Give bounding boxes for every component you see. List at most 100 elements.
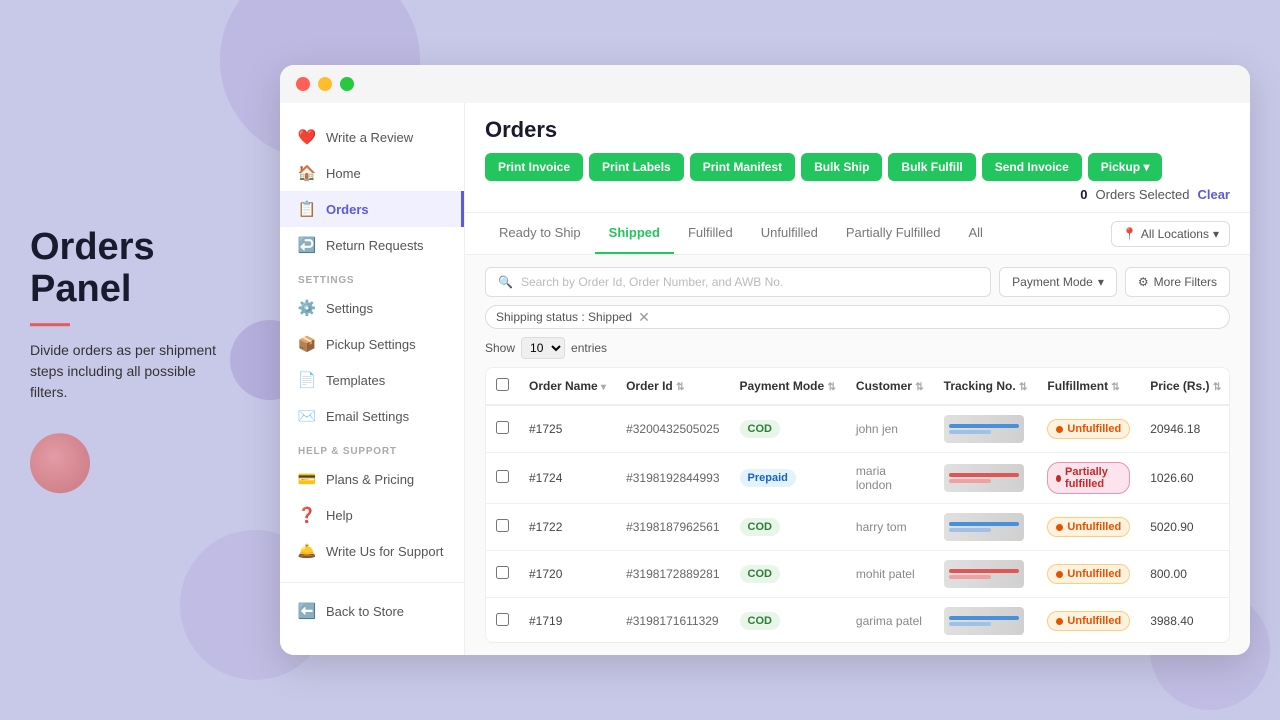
clear-button[interactable]: Clear — [1197, 187, 1230, 202]
row-checkbox[interactable] — [486, 405, 519, 453]
sidebar-label-back-to-store: Back to Store — [326, 604, 404, 619]
pickup-button[interactable]: Pickup ▾ — [1088, 153, 1163, 181]
orders-table: Order Name ▾ Order Id ⇅ Payment Mode ⇅ C… — [486, 368, 1230, 643]
more-filters-button[interactable]: ⚙ More Filters — [1125, 267, 1230, 297]
row-fulfillment: Unfulfilled — [1037, 504, 1140, 551]
row-order-id: #3200432505025 — [616, 405, 729, 453]
more-filters-label: More Filters — [1154, 275, 1217, 289]
sidebar-item-back-to-store[interactable]: ⬅️ Back to Store — [280, 593, 464, 629]
row-checkbox[interactable] — [486, 551, 519, 598]
payment-mode-filter[interactable]: Payment Mode ▾ — [999, 267, 1117, 297]
tab-unfulfilled[interactable]: Unfulfilled — [747, 213, 832, 254]
sidebar-item-home[interactable]: 🏠 Home — [280, 155, 464, 191]
tab-ready-to-ship[interactable]: Ready to Ship — [485, 213, 595, 254]
row-checkbox[interactable] — [486, 504, 519, 551]
row-customer: harry tom — [846, 504, 934, 551]
title-underline — [30, 323, 70, 326]
chevron-down-icon: ▾ — [1213, 227, 1219, 241]
sidebar-item-email-settings[interactable]: ✉️ Email Settings — [280, 398, 464, 434]
location-filter[interactable]: 📍 All Locations ▾ — [1111, 221, 1230, 247]
sidebar-item-return-requests[interactable]: ↩️ Return Requests — [280, 227, 464, 263]
orders-selected-info: 0 Orders Selected Clear — [1080, 187, 1230, 202]
minimize-dot[interactable] — [318, 77, 332, 91]
table-row: #1725 #3200432505025 COD john jen Unfulf… — [486, 405, 1230, 453]
row-customer: mohit patel — [846, 551, 934, 598]
row-order-name: #1719 — [519, 598, 616, 644]
filter-chip-text: Shipping status : Shipped — [496, 310, 632, 324]
chip-close-button[interactable]: ✕ — [638, 310, 650, 324]
settings-icon: ⚙️ — [298, 299, 316, 317]
search-box[interactable]: 🔍 Search by Order Id, Order Number, and … — [485, 267, 991, 297]
tab-shipped[interactable]: Shipped — [595, 213, 674, 254]
tabs: Ready to Ship Shipped Fulfilled Unfulfil… — [485, 213, 997, 254]
row-fulfillment: Partially fulfilled — [1037, 453, 1140, 504]
sidebar-label-return-requests: Return Requests — [326, 238, 424, 253]
row-tracking-no — [934, 551, 1038, 598]
col-payment-mode[interactable]: Payment Mode ⇅ — [730, 368, 846, 405]
sidebar-item-write-review[interactable]: ❤️ Write a Review — [280, 119, 464, 155]
maximize-dot[interactable] — [340, 77, 354, 91]
sidebar-item-write-support[interactable]: 🛎️ Write Us for Support — [280, 533, 464, 569]
col-checkbox — [486, 368, 519, 405]
heart-icon: ❤️ — [298, 128, 316, 146]
plans-icon: 💳 — [298, 470, 316, 488]
row-order-name: #1724 — [519, 453, 616, 504]
print-manifest-button[interactable]: Print Manifest — [690, 153, 795, 181]
return-icon: ↩️ — [298, 236, 316, 254]
toolbar: Print Invoice Print Labels Print Manifes… — [485, 153, 1230, 202]
row-price: 5020.90 — [1140, 504, 1230, 551]
sidebar-label-email-settings: Email Settings — [326, 409, 409, 424]
row-tracking-no — [934, 405, 1038, 453]
row-customer: garima patel — [846, 598, 934, 644]
table-row: #1719 #3198171611329 COD garima patel Un… — [486, 598, 1230, 644]
row-payment-mode: COD — [730, 504, 846, 551]
row-order-name: #1722 — [519, 504, 616, 551]
titlebar — [280, 65, 1250, 103]
sidebar-item-templates[interactable]: 📄 Templates — [280, 362, 464, 398]
col-fulfillment[interactable]: Fulfillment ⇅ — [1037, 368, 1140, 405]
bulk-fulfill-button[interactable]: Bulk Fulfill — [888, 153, 975, 181]
sidebar: ❤️ Write a Review 🏠 Home 📋 Orders ↩️ Ret… — [280, 103, 465, 655]
sidebar-item-help[interactable]: ❓ Help — [280, 497, 464, 533]
entries-label: entries — [571, 341, 607, 355]
col-order-name[interactable]: Order Name ▾ — [519, 368, 616, 405]
sidebar-label-write-review: Write a Review — [326, 130, 413, 145]
col-customer[interactable]: Customer ⇅ — [846, 368, 934, 405]
row-order-id: #3198172889281 — [616, 551, 729, 598]
show-entries-select[interactable]: 10 25 50 — [521, 337, 565, 359]
print-invoice-button[interactable]: Print Invoice — [485, 153, 583, 181]
row-checkbox[interactable] — [486, 453, 519, 504]
sidebar-item-settings[interactable]: ⚙️ Settings — [280, 290, 464, 326]
row-fulfillment: Unfulfilled — [1037, 551, 1140, 598]
col-tracking-no[interactable]: Tracking No. ⇅ — [934, 368, 1038, 405]
tab-fulfilled[interactable]: Fulfilled — [674, 213, 747, 254]
row-fulfillment: Unfulfilled — [1037, 405, 1140, 453]
close-dot[interactable] — [296, 77, 310, 91]
bulk-ship-button[interactable]: Bulk Ship — [801, 153, 882, 181]
col-order-id[interactable]: Order Id ⇅ — [616, 368, 729, 405]
row-order-id: #3198192844993 — [616, 453, 729, 504]
sidebar-item-plans-pricing[interactable]: 💳 Plans & Pricing — [280, 461, 464, 497]
left-panel: Orders Panel Divide orders as per shipme… — [30, 227, 230, 493]
decorative-circle — [30, 433, 90, 493]
settings-section-label: SETTINGS — [280, 263, 464, 290]
select-all-checkbox[interactable] — [496, 378, 509, 391]
row-checkbox[interactable] — [486, 598, 519, 644]
location-pin-icon: 📍 — [1122, 227, 1137, 241]
tab-all[interactable]: All — [955, 213, 997, 254]
send-invoice-button[interactable]: Send Invoice — [982, 153, 1082, 181]
sidebar-label-plans-pricing: Plans & Pricing — [326, 472, 414, 487]
show-label: Show — [485, 341, 515, 355]
print-labels-button[interactable]: Print Labels — [589, 153, 684, 181]
email-icon: ✉️ — [298, 407, 316, 425]
sidebar-item-pickup-settings[interactable]: 📦 Pickup Settings — [280, 326, 464, 362]
col-price[interactable]: Price (Rs.) ⇅ — [1140, 368, 1230, 405]
row-price: 1026.60 — [1140, 453, 1230, 504]
sidebar-label-pickup-settings: Pickup Settings — [326, 337, 416, 352]
tab-partially-fulfilled[interactable]: Partially Fulfilled — [832, 213, 955, 254]
sidebar-label-write-support: Write Us for Support — [326, 544, 444, 559]
tabs-bar: Ready to Ship Shipped Fulfilled Unfulfil… — [465, 213, 1250, 255]
main-header: Orders Print Invoice Print Labels Print … — [465, 103, 1250, 213]
row-price: 800.00 — [1140, 551, 1230, 598]
sidebar-item-orders[interactable]: 📋 Orders — [280, 191, 464, 227]
